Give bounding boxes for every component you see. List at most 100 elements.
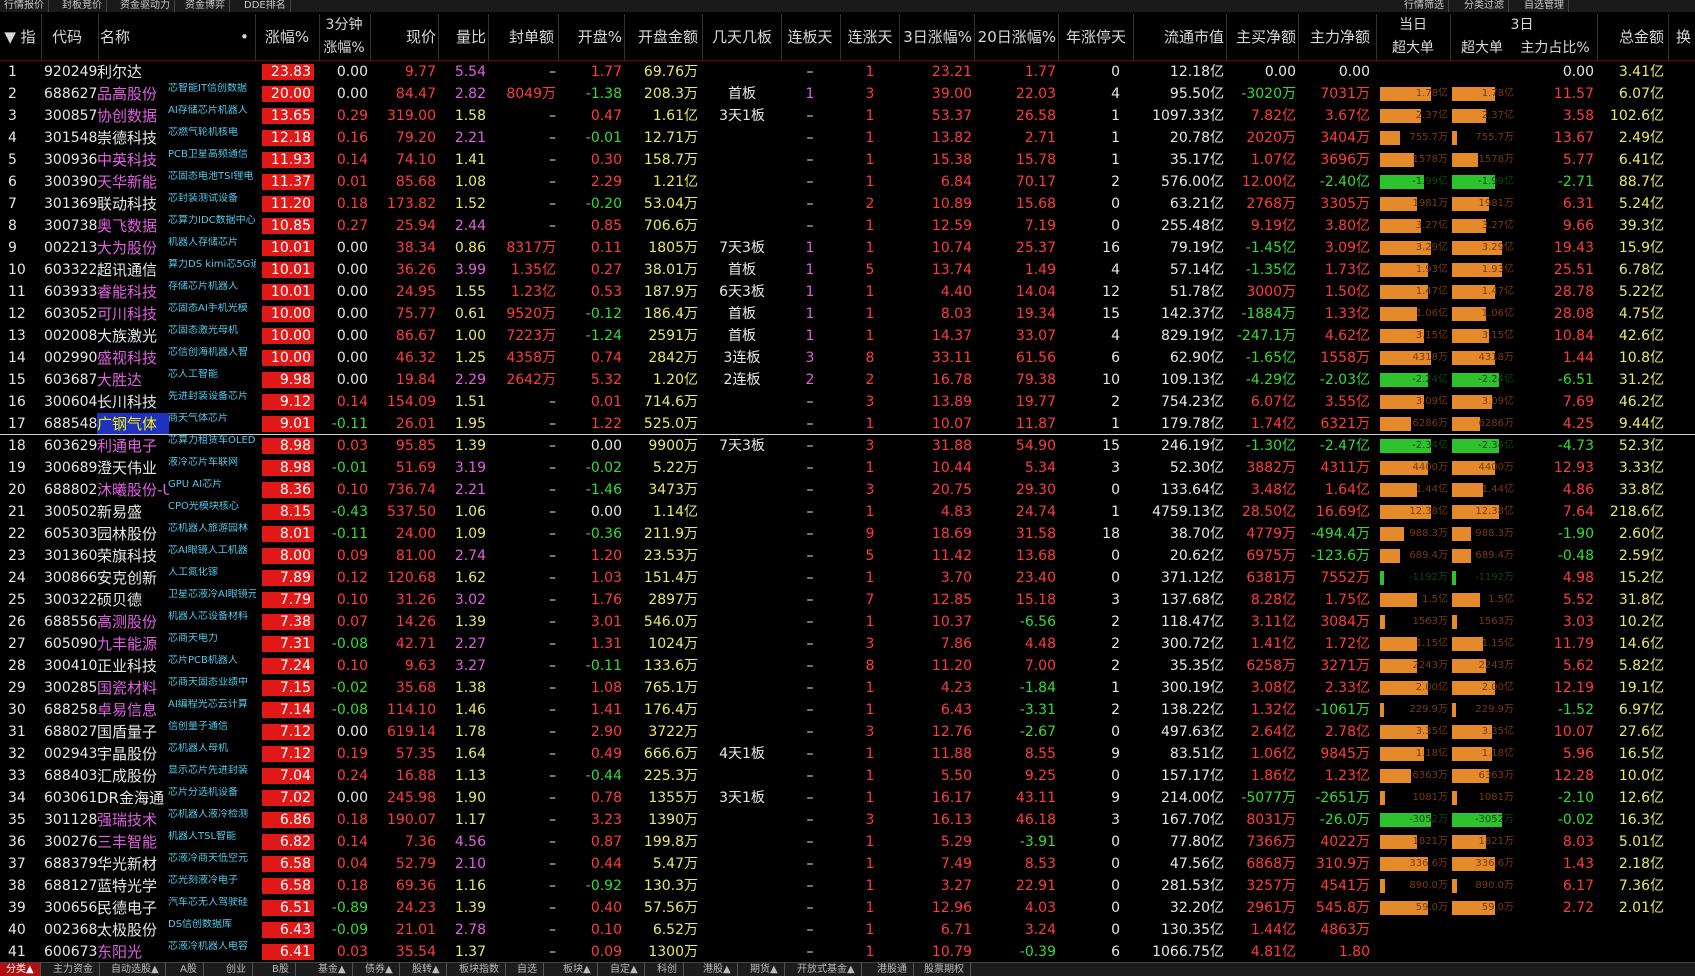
- table-row[interactable]: 22 605303 园林股份 芯机器人旅游园林 8.01 -0.11 24.00 1.09 – -…: [0, 523, 1695, 545]
- header-today-super-large[interactable]: 超大单: [1378, 37, 1448, 59]
- table-row[interactable]: 28 300410 正业科技 芯片PCB机器人 7.24 0.10 9.63 3.27– -0.…: [0, 655, 1695, 677]
- header-open-amount[interactable]: 开盘金额: [626, 14, 698, 60]
- header-volume-ratio[interactable]: 量比: [440, 14, 486, 60]
- table-row[interactable]: 7 301369 联动科技 芯封装测试设备 11.20 0.18 173.82 1.52 – -0…: [0, 193, 1695, 215]
- table-row[interactable]: 26 688556 高测股份 机器人芯设备材料 7.38 0.07 14.26 1.39 – 3.…: [0, 611, 1695, 633]
- table-row[interactable]: 2 688627 品高股份 芯智能IT信创数据 20.00 0.00 84.47 2.82 80…: [0, 83, 1695, 105]
- bottom-tab-17[interactable]: 港股通: [871, 963, 914, 976]
- header-code[interactable]: 代码: [42, 14, 92, 60]
- bottom-tab-5[interactable]: B股: [266, 963, 296, 976]
- table-row[interactable]: 9 002213 大为股份 机器人存储芯片 10.01 0.00 38.34 0.86 8317…: [0, 237, 1695, 259]
- header-20day-pct[interactable]: 20日涨幅%: [976, 14, 1056, 60]
- table-row[interactable]: 40 002368 太极股份 DS信创数据库 6.43 -0.09 21.01 2.78 – 0.…: [0, 919, 1695, 941]
- table-row[interactable]: 27 605090 九丰能源 芯商天电力 7.31 -0.08 42.71 2.27 – 1.31…: [0, 633, 1695, 655]
- table-row[interactable]: 3 300857 协创数据 AI存储芯片机器人 13.65 0.29 319.00 1.58 –…: [0, 105, 1695, 127]
- header-main-buy-net[interactable]: 主买净额: [1228, 14, 1296, 60]
- header-consecutive-up[interactable]: 连涨天: [842, 14, 898, 60]
- table-row[interactable]: 8 300738 奥飞数据 芯算力IDC数据中心 10.85 0.27 25.94 2.44–…: [0, 215, 1695, 237]
- bottom-tab-12[interactable]: 自定▲: [604, 963, 645, 976]
- header-open-pct[interactable]: 开盘%: [560, 14, 622, 60]
- table-row[interactable]: 13 002008 大族激光 芯固态激光母机 10.00 0.00 86.67 1.00 722…: [0, 325, 1695, 347]
- table-row[interactable]: 41 600673 东阳光 芯液冷机器人电容 6.41 0.03 35.54 1.37 – 0.0…: [0, 941, 1695, 963]
- top-tab-1[interactable]: 封板竞价: [58, 0, 107, 12]
- table-row[interactable]: 23 301360 荣旗科技 芯AI眼镜人工机器 8.00 0.09 81.00 2.74 – 1…: [0, 545, 1695, 567]
- header-3min-bottom[interactable]: 涨幅%: [320, 37, 368, 59]
- bottom-tab-2[interactable]: 自动选股▲: [105, 963, 166, 976]
- seal-amount: –: [549, 724, 556, 741]
- bottom-tab-4[interactable]: 创业: [220, 963, 253, 976]
- top-tab-0[interactable]: 行情报价: [0, 0, 49, 12]
- bottom-tab-7[interactable]: 债券▲: [359, 963, 400, 976]
- table-row[interactable]: 37 688379 华光新材 芯液冷商天低空元 6.58 0.04 52.79 2.10 – 0.…: [0, 853, 1695, 875]
- header-consecutive-boards[interactable]: 连板天: [782, 14, 838, 60]
- table-row[interactable]: 18 603629 利通电子 芯算力租赁车OLED 8.98 0.03 95.85 1.39 –…: [0, 434, 1695, 457]
- table-row[interactable]: 15 603687 大胜达 芯人工智能 9.98 0.00 19.84 2.29 2642万 5.…: [0, 369, 1695, 391]
- table-row[interactable]: 35 301128 强瑞技术 芯机器人液冷检测 6.86 0.18 190.07 1.17 – 3…: [0, 809, 1695, 831]
- top-tab-2[interactable]: 资金驱动力: [116, 0, 175, 12]
- bottom-tab-16[interactable]: 开放式基金▲: [791, 963, 862, 976]
- header-3day-top[interactable]: 3日: [1452, 14, 1592, 36]
- table-row[interactable]: 29 300285 国瓷材料 芯商天固态业绩中 7.15 -0.02 35.68 1.38 – 1…: [0, 677, 1695, 699]
- table-row[interactable]: 17 688548 广钢气体 商天气体芯片 9.01 -0.11 26.01 1.95 – 1.2…: [0, 412, 1695, 435]
- bottom-tab-13[interactable]: 科创: [651, 963, 684, 976]
- bottom-tab-3[interactable]: A股: [174, 963, 204, 976]
- table-row[interactable]: 10 603322超讯通信算力DS kimi芯5G通信 10.01 0.00 36.26…: [0, 259, 1695, 281]
- table-row[interactable]: 24 300866 安克创新 人工氮化镓 7.89 0.12 120.68 1.62 – 1.03…: [0, 567, 1695, 589]
- table-row[interactable]: 5 300936 中英科技 PCB卫星高频通信 11.93 0.14 74.10 1.41 – 0…: [0, 149, 1695, 171]
- table-row[interactable]: 20 688802 沐曦股份-U GPU AI芯片 8.36 0.10 736.74 2.21…: [0, 479, 1695, 501]
- header-3day-super-large[interactable]: 超大单: [1452, 37, 1512, 59]
- table-row[interactable]: 33 688403 汇成股份 显示芯片先进封装 7.04 0.24 16.88 1.13 – -0…: [0, 765, 1695, 787]
- table-row[interactable]: 36 300276 三丰智能 机器人TSL智能 6.82 0.14 7.36 4.56 – 0.8…: [0, 831, 1695, 853]
- header-price[interactable]: 现价: [372, 14, 436, 60]
- top-tab-5[interactable]: 行情筛选: [1400, 0, 1449, 12]
- table-row[interactable]: 25 300322 硕贝德 卫星芯液冷AI眼镜元 7.79 0.10 31.26 3.02 – 1…: [0, 589, 1695, 611]
- table-row[interactable]: 39 300656 民德电子 汽车芯无人驾驶硅 6.51 -0.89 24.23 1.39 – 0…: [0, 897, 1695, 919]
- header-name[interactable]: 名称 •: [100, 14, 250, 60]
- bottom-tab-10[interactable]: 自选: [511, 963, 544, 976]
- consecutive-boards: –: [806, 789, 814, 806]
- header-sort-toggle[interactable]: ▼ 指: [0, 14, 40, 60]
- table-row[interactable]: 19 300689 澄天伟业 液冷芯片车联网 8.98 -0.01 51.69 3.19 – -0…: [0, 457, 1695, 479]
- table-row[interactable]: 16 300604 长川科技 先进封装设备芯片 9.12 0.14 154.09 1.51 – 0…: [0, 391, 1695, 413]
- concept-tags: 芯片PCB机器人: [168, 655, 238, 667]
- bottom-tab-14[interactable]: 港股▲: [697, 963, 738, 976]
- top-tab-7[interactable]: 自选管理: [1520, 0, 1569, 12]
- top-tab-6[interactable]: 分类过滤: [1460, 0, 1509, 12]
- header-seal-amount[interactable]: 封单额: [490, 14, 554, 60]
- bottom-tab-15[interactable]: 期货▲: [744, 963, 785, 976]
- header-3min-top[interactable]: 3分钟: [320, 14, 368, 36]
- header-year-limit-days[interactable]: 年涨停天: [1062, 14, 1130, 60]
- bottom-tab-18[interactable]: 股票期权: [918, 963, 971, 976]
- header-pct[interactable]: 涨幅%: [256, 14, 318, 60]
- header-total-amount[interactable]: 总金额: [1600, 14, 1664, 60]
- table-row[interactable]: 4 301548 崇德科技 芯燃气轮机核电 12.18 0.16 79.20 2.21 – -0.…: [0, 127, 1695, 149]
- table-row[interactable]: 31 688027 国盾量子 信创量子通信 7.12 0.00 619.14 1.78 – 2.9…: [0, 721, 1695, 743]
- open-pct: -0.12: [585, 305, 622, 322]
- header-today-top[interactable]: 当日: [1378, 14, 1448, 36]
- table-row[interactable]: 1 920249 利尔达 23.83 0.00 9.77 5.54 – 1.77 69.76万 – 1…: [0, 61, 1695, 83]
- bottom-tab-8[interactable]: 股转▲: [406, 963, 447, 976]
- header-3day-main-ratio[interactable]: 主力占比%: [1514, 37, 1596, 59]
- bottom-tab-1[interactable]: 主力资金: [47, 963, 100, 976]
- top-tab-4[interactable]: DDE排名: [240, 0, 291, 12]
- bottom-tab-9[interactable]: 板块指数: [453, 963, 506, 976]
- table-row[interactable]: 34 603061 DR金海通 芯片分选机设备 7.02 0.00 245.98 1.90 – 0…: [0, 787, 1695, 809]
- table-row[interactable]: 32 002943 宇晶股份 芯机器人母机 7.12 0.19 57.35 1.64 – 0.49…: [0, 743, 1695, 765]
- twenty-day-pct: 13.68: [1015, 548, 1056, 565]
- table-row[interactable]: 30 688258 卓易信息 AI编程光芯云计算 7.14 -0.08 114.10 1.46…: [0, 699, 1695, 721]
- top-tab-3[interactable]: 资金博弈: [181, 0, 230, 12]
- table-row[interactable]: 6 300390 天华新能 芯固态电池TSI锂电 11.37 0.01 85.68 1.08 –…: [0, 171, 1695, 193]
- header-3day-pct[interactable]: 3日涨幅%: [900, 14, 972, 60]
- table-row[interactable]: 21 300502 新易盛 CPO光模块核心 8.15 -0.43 537.50 1.06 – 0…: [0, 501, 1695, 523]
- table-row[interactable]: 11 603933 睿能科技 存储芯片机器人 10.01 0.00 24.95 1.55 1.2…: [0, 281, 1695, 303]
- header-days-boards[interactable]: 几天几板: [704, 14, 780, 60]
- table-row[interactable]: 12 603052 可川科技 芯固态AI手机光模 10.00 0.00 75.77 0.61 9…: [0, 303, 1695, 325]
- table-row[interactable]: 14 002990 盛视科技 芯信创海机器人智 10.00 0.00 46.32 1.25 43…: [0, 347, 1695, 369]
- bottom-tab-6[interactable]: 基金▲: [312, 963, 353, 976]
- table-row[interactable]: 38 688127 蓝特光学 芯光刻液冷电子 6.58 0.18 69.36 1.16 – -0.…: [0, 875, 1695, 897]
- bottom-tab-0[interactable]: 分类▲: [0, 963, 41, 976]
- header-turnover[interactable]: 换: [1672, 14, 1695, 60]
- header-float-cap[interactable]: 流通市值: [1136, 14, 1224, 60]
- bottom-tab-11[interactable]: 板块▲: [557, 963, 598, 976]
- header-main-net[interactable]: 主力净额: [1300, 14, 1370, 60]
